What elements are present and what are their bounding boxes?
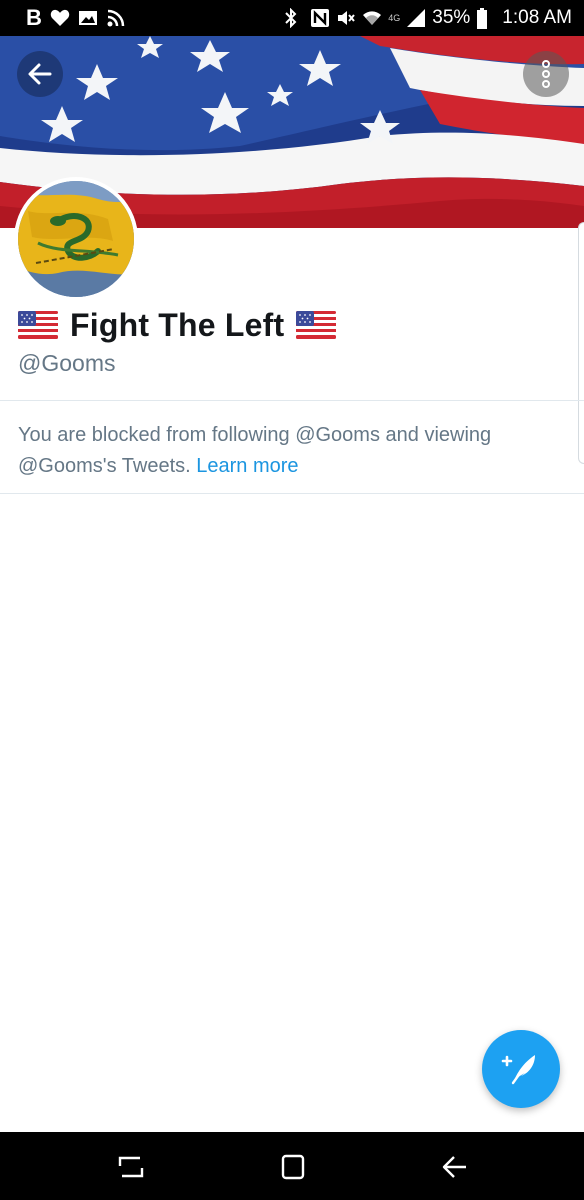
nfc-icon — [310, 8, 330, 28]
heart-icon — [50, 8, 70, 28]
bluetooth-icon — [284, 7, 304, 29]
rss-icon — [106, 8, 126, 28]
compose-tweet-icon — [501, 1055, 535, 1085]
home-button[interactable] — [278, 1152, 308, 1182]
status-notification-icons: B — [26, 7, 126, 29]
nav-back-icon — [442, 1156, 466, 1178]
clock: 1:08 AM — [502, 7, 572, 28]
more-vertical-icon — [542, 60, 550, 88]
signal-icon — [406, 8, 426, 28]
system-nav-bar — [0, 1132, 584, 1200]
status-bar: B 4G 35% 1:08 AM — [0, 0, 584, 36]
learn-more-link[interactable]: Learn more — [196, 455, 298, 477]
back-button[interactable] — [17, 51, 63, 97]
image-icon — [78, 8, 98, 28]
battery-percent: 35% — [432, 7, 471, 28]
us-flag-emoji-icon — [18, 311, 58, 339]
nav-back-button[interactable] — [440, 1152, 470, 1182]
status-system-icons: 4G 35% 1:08 AM — [284, 7, 572, 29]
battery-icon — [476, 8, 496, 29]
app-notification-icon: B — [26, 5, 42, 30]
arrow-left-icon — [28, 63, 52, 85]
mute-icon — [336, 8, 356, 28]
us-flag-emoji-icon — [296, 311, 337, 339]
screen: B 4G 35% 1:08 AM Fight The Left @Gooms Y… — [0, 0, 584, 1200]
compose-tweet-button[interactable] — [482, 1030, 560, 1108]
avatar[interactable] — [14, 177, 138, 301]
more-options-button[interactable] — [523, 51, 569, 97]
profile-name-row: Fight The Left — [18, 303, 337, 347]
recent-apps-icon — [118, 1156, 144, 1178]
network-type-label: 4G — [388, 13, 401, 23]
recent-apps-button[interactable] — [116, 1152, 146, 1182]
profile-handle: @Gooms — [18, 350, 116, 376]
gadsden-flag-avatar-image — [18, 181, 134, 297]
divider — [0, 493, 584, 494]
side-panel-edge — [578, 222, 584, 464]
wifi-icon — [362, 8, 382, 28]
divider — [0, 400, 584, 401]
profile-display-name: Fight The Left — [70, 306, 285, 343]
home-icon — [281, 1154, 305, 1180]
blocked-message: You are blocked from following @Gooms an… — [18, 420, 558, 482]
